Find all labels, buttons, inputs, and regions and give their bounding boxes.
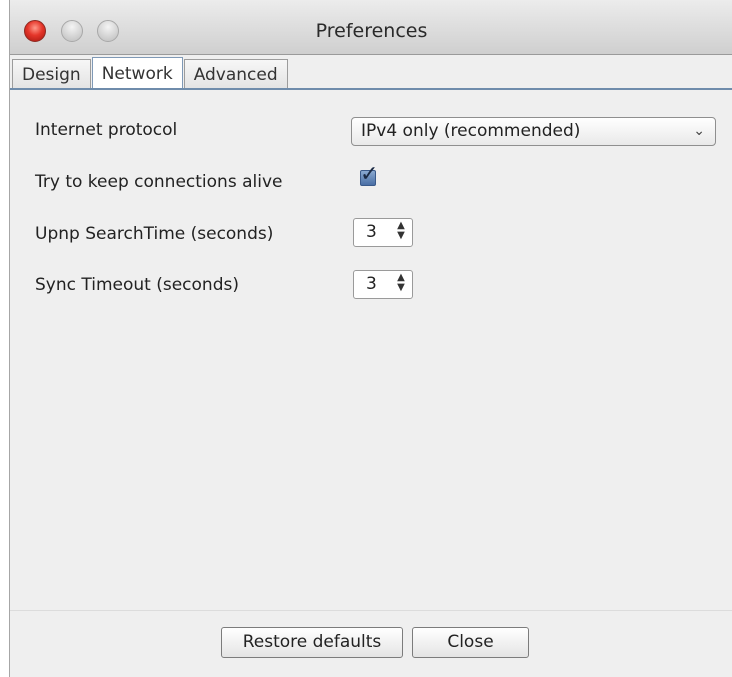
tab-advanced[interactable]: Advanced: [183, 59, 288, 89]
upnp-search-time-stepper[interactable]: 3 ▲ ▼: [353, 218, 413, 247]
sync-timeout-label: Sync Timeout (seconds): [35, 275, 239, 295]
tab-bar: Design Network Advanced: [12, 57, 289, 89]
upnp-search-time-label: Upnp SearchTime (seconds): [35, 224, 274, 244]
close-button[interactable]: Close: [412, 627, 529, 658]
internet-protocol-select[interactable]: IPv4 only (recommended) ⌄: [351, 117, 716, 146]
keep-alive-label: Try to keep connections alive: [35, 172, 283, 192]
title-bar[interactable]: Preferences: [10, 0, 732, 55]
restore-defaults-button[interactable]: Restore defaults: [221, 627, 403, 658]
network-settings-panel: Internet protocol IPv4 only (recommended…: [10, 90, 732, 610]
stepper-arrows-icon[interactable]: ▲ ▼: [394, 273, 408, 296]
checkmark-icon: ✓: [360, 162, 379, 187]
dialog-footer: Restore defaults Close: [10, 610, 732, 677]
internet-protocol-value: IPv4 only (recommended): [361, 121, 581, 141]
preferences-window: Preferences Design Network Advanced Inte…: [9, 0, 732, 677]
chevron-down-icon: ⌄: [693, 123, 705, 139]
sync-timeout-value: 3: [366, 274, 377, 294]
sync-timeout-stepper[interactable]: 3 ▲ ▼: [353, 270, 413, 299]
upnp-search-time-value: 3: [366, 222, 377, 242]
internet-protocol-label: Internet protocol: [35, 120, 178, 140]
stepper-arrows-icon[interactable]: ▲ ▼: [394, 221, 408, 244]
tab-design[interactable]: Design: [12, 59, 91, 89]
window-title: Preferences: [315, 20, 428, 42]
keep-alive-checkbox[interactable]: ✓: [360, 162, 378, 187]
tab-network[interactable]: Network: [91, 57, 183, 89]
